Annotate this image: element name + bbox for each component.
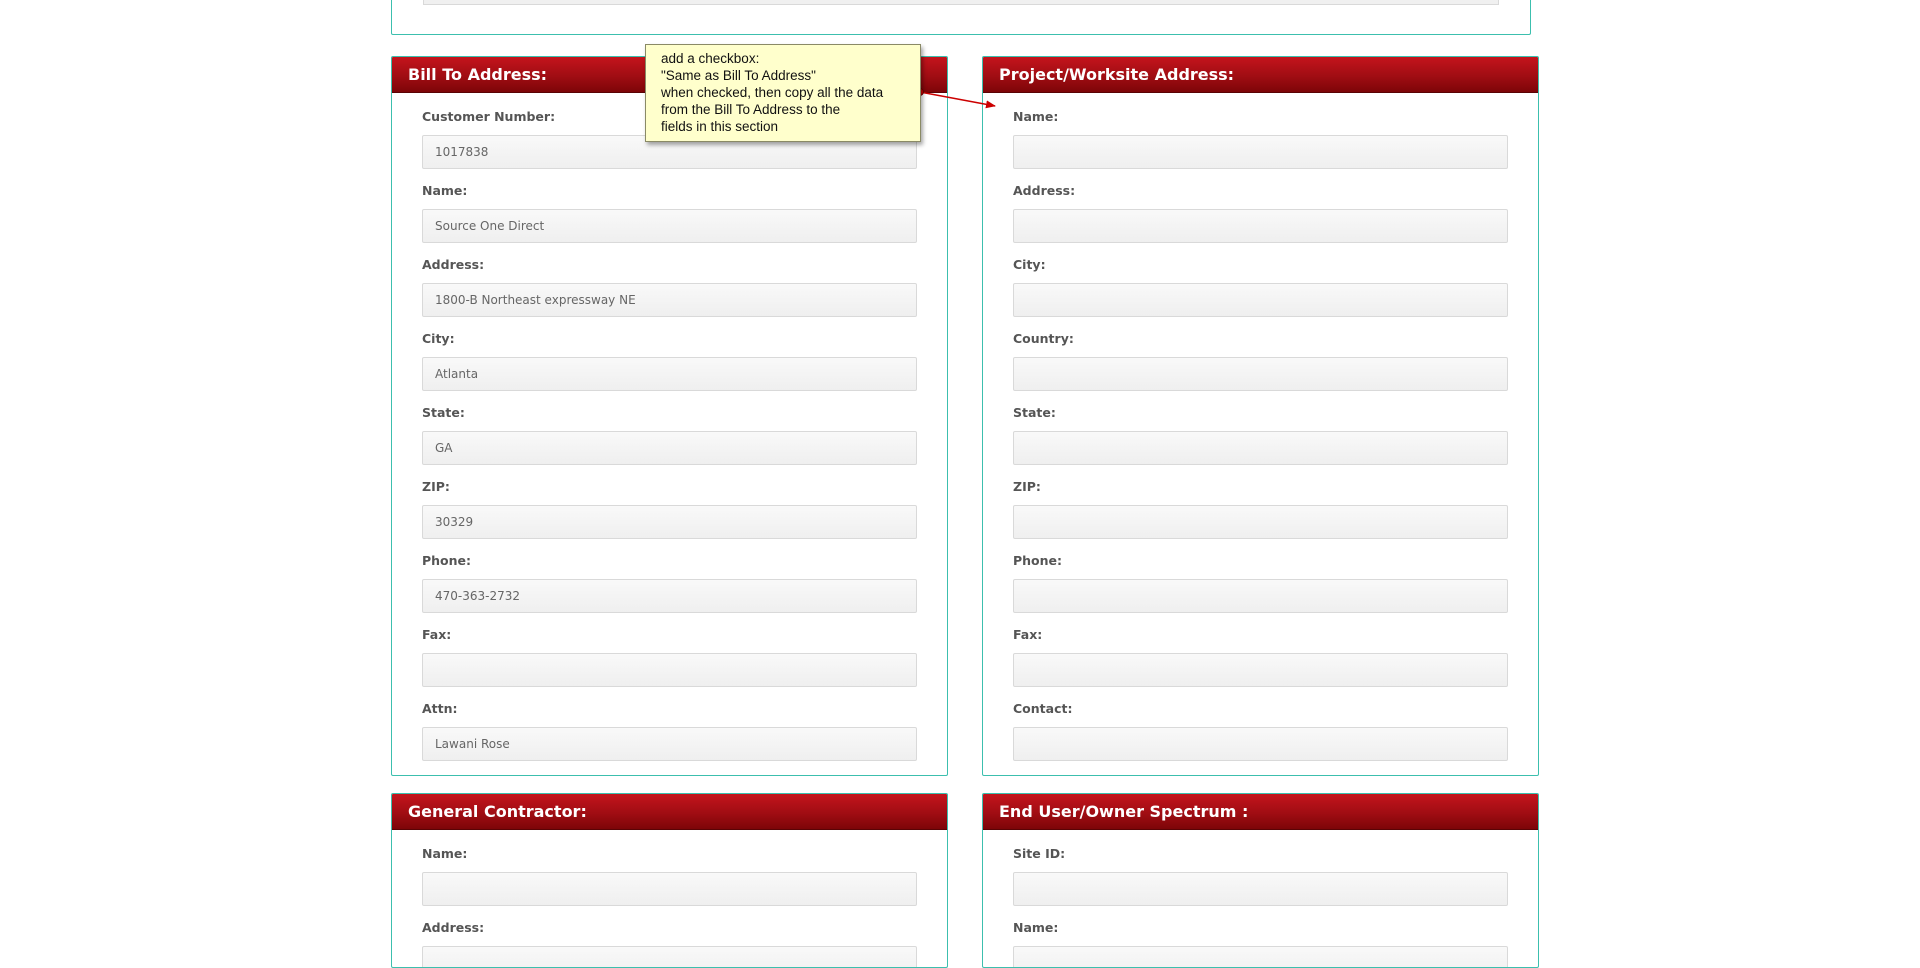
bill-to-city-input[interactable]: [422, 357, 917, 391]
bill-to-zip-label: ZIP:: [422, 479, 450, 494]
previous-section-panel: [391, 0, 1531, 35]
bill-to-phone-field: Phone:: [422, 554, 917, 613]
project-city-label: City:: [1013, 257, 1046, 272]
project-fax-field: Fax:: [1013, 628, 1508, 687]
contractor-address-input[interactable]: [422, 946, 917, 967]
general-contractor-form: Name: Address:: [392, 830, 947, 967]
bill-to-state-field: State:: [422, 406, 917, 465]
bill-to-city-label: City:: [422, 331, 455, 346]
project-city-field: City:: [1013, 258, 1508, 317]
bill-to-name-label: Name:: [422, 183, 468, 198]
project-worksite-address-panel: Project/Worksite Address: Name: Address:…: [982, 56, 1539, 776]
project-fax-label: Fax:: [1013, 627, 1043, 642]
project-contact-label: Contact:: [1013, 701, 1073, 716]
bill-to-address-panel: Bill To Address: Customer Number: Name: …: [391, 56, 948, 776]
end-user-owner-panel: End User/Owner Spectrum : Site ID: Name:: [982, 793, 1539, 968]
end-user-name-input[interactable]: [1013, 946, 1508, 967]
project-zip-label: ZIP:: [1013, 479, 1041, 494]
project-phone-input[interactable]: [1013, 579, 1508, 613]
bill-to-address-input[interactable]: [422, 283, 917, 317]
callout-line: fields in this section: [661, 119, 779, 134]
project-name-input[interactable]: [1013, 135, 1508, 169]
bill-to-fax-input[interactable]: [422, 653, 917, 687]
bill-to-phone-input[interactable]: [422, 579, 917, 613]
end-user-owner-form: Site ID: Name:: [983, 830, 1538, 967]
bill-to-address-field: Address:: [422, 258, 917, 317]
project-country-input[interactable]: [1013, 357, 1508, 391]
site-id-field: Site ID:: [1013, 847, 1508, 906]
contractor-address-label: Address:: [422, 920, 485, 935]
callout-arrow: [916, 88, 996, 109]
project-phone-label: Phone:: [1013, 553, 1063, 568]
project-name-field: Name:: [1013, 110, 1508, 169]
site-id-input[interactable]: [1013, 872, 1508, 906]
callout-line: "Same as Bill To Address": [661, 68, 816, 83]
project-city-input[interactable]: [1013, 283, 1508, 317]
bill-to-attn-label: Attn:: [422, 701, 458, 716]
project-fax-input[interactable]: [1013, 653, 1508, 687]
project-address-input[interactable]: [1013, 209, 1508, 243]
project-country-field: Country:: [1013, 332, 1508, 391]
general-contractor-header: General Contractor:: [392, 794, 947, 830]
callout-line: when checked, then copy all the data: [661, 85, 884, 100]
general-contractor-panel: General Contractor: Name: Address:: [391, 793, 948, 968]
bill-to-zip-input[interactable]: [422, 505, 917, 539]
bill-to-attn-input[interactable]: [422, 727, 917, 761]
bill-to-city-field: City:: [422, 332, 917, 391]
project-name-label: Name:: [1013, 109, 1059, 124]
bill-to-name-field: Name:: [422, 184, 917, 243]
project-address-label: Address:: [1013, 183, 1076, 198]
end-user-owner-header: End User/Owner Spectrum :: [983, 794, 1538, 830]
bill-to-fax-label: Fax:: [422, 627, 452, 642]
project-zip-input[interactable]: [1013, 505, 1508, 539]
bill-to-fax-field: Fax:: [422, 628, 917, 687]
contractor-name-field: Name:: [422, 847, 917, 906]
project-contact-field: Contact:: [1013, 702, 1508, 761]
contractor-address-field: Address:: [422, 920, 917, 967]
project-worksite-address-header: Project/Worksite Address:: [983, 57, 1538, 93]
bill-to-address-label: Address:: [422, 257, 485, 272]
previous-section-input[interactable]: [423, 0, 1499, 5]
project-address-field: Address:: [1013, 184, 1508, 243]
project-country-label: Country:: [1013, 331, 1074, 346]
project-contact-input[interactable]: [1013, 727, 1508, 761]
bill-to-address-form: Customer Number: Name: Address: City: St…: [392, 93, 947, 761]
contractor-name-label: Name:: [422, 846, 468, 861]
callout-line: add a checkbox:: [661, 51, 760, 66]
end-user-name-label: Name:: [1013, 920, 1059, 935]
contractor-name-input[interactable]: [422, 872, 917, 906]
project-state-field: State:: [1013, 406, 1508, 465]
bill-to-state-input[interactable]: [422, 431, 917, 465]
project-state-input[interactable]: [1013, 431, 1508, 465]
end-user-name-field: Name:: [1013, 920, 1508, 967]
bill-to-zip-field: ZIP:: [422, 480, 917, 539]
site-id-label: Site ID:: [1013, 846, 1066, 861]
bill-to-attn-field: Attn:: [422, 702, 917, 761]
callout-line: from the Bill To Address to the: [661, 102, 841, 117]
project-zip-field: ZIP:: [1013, 480, 1508, 539]
bill-to-name-input[interactable]: [422, 209, 917, 243]
project-state-label: State:: [1013, 405, 1056, 420]
bill-to-phone-label: Phone:: [422, 553, 472, 568]
bill-to-state-label: State:: [422, 405, 465, 420]
project-phone-field: Phone:: [1013, 554, 1508, 613]
project-worksite-address-form: Name: Address: City: Country: State: ZIP…: [983, 93, 1538, 761]
annotation-callout: add a checkbox: "Same as Bill To Address…: [645, 44, 921, 142]
